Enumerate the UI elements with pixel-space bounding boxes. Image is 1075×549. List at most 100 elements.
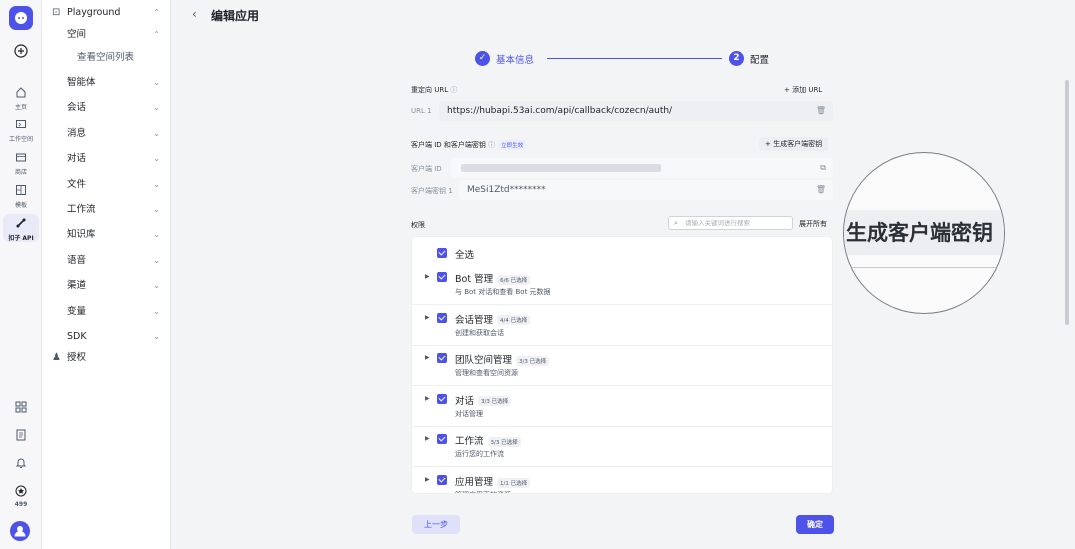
expand-caret-icon[interactable]: ▶ bbox=[425, 273, 430, 280]
nav-item[interactable]: SDK ⌄ bbox=[42, 326, 171, 348]
permission-row[interactable]: ▶ 工作流 3/3 已选择 运行您的工作流 bbox=[412, 426, 832, 468]
create-button[interactable] bbox=[0, 44, 42, 61]
nav-item[interactable]: 文件 ⌄ bbox=[42, 174, 171, 196]
client-id-label: 客户端 ID bbox=[411, 165, 442, 173]
avatar[interactable] bbox=[10, 521, 30, 541]
rail-item-home[interactable]: 主页 bbox=[0, 86, 42, 111]
step-1-label: 基本信息 bbox=[496, 55, 535, 66]
nav-item[interactable]: 语音 ⌄ bbox=[42, 250, 171, 272]
permission-row[interactable]: ▶ Bot 管理 6/6 已选择与 Bot 对话和查看 Bot 元数据 bbox=[412, 264, 832, 305]
permission-title-text: Bot 管理 bbox=[455, 274, 494, 285]
rail-item-label: 模板 bbox=[14, 202, 27, 209]
auth-icon: ♟ bbox=[52, 352, 61, 363]
nav-auth-label: 授权 bbox=[67, 352, 87, 363]
nav-item[interactable]: 会话 ⌄ bbox=[42, 97, 171, 119]
client-id-field[interactable]: ⧉ bbox=[451, 158, 833, 178]
template-icon bbox=[16, 185, 26, 195]
nav-item-label: 智能体 bbox=[67, 77, 96, 88]
selected-count-badge: 6/6 已选择 bbox=[497, 274, 531, 285]
chevron-down-icon: ⌄ bbox=[153, 78, 160, 87]
add-url-button[interactable]: + 添加 URL bbox=[784, 85, 822, 95]
nav-space-list[interactable]: 查看空间列表 bbox=[42, 47, 171, 69]
notification-button[interactable] bbox=[0, 457, 42, 472]
permission-description: 运行您的工作流 bbox=[455, 450, 504, 459]
prev-step-button[interactable]: 上一步 bbox=[412, 515, 460, 534]
client-secret-label: 客户端密钥 1 bbox=[411, 187, 453, 195]
expand-caret-icon[interactable]: ▶ bbox=[425, 395, 430, 402]
permission-row[interactable]: ▶ 应用管理1/1 已选择管理应用下的资源 bbox=[412, 467, 832, 493]
client-secret-value: MeSi1Ztd******** bbox=[467, 185, 546, 195]
api-nav-panel: ⊡ Playground ⌃ 空间 ⌃ 查看空间列表 智能体 ⌄ 会话 ⌄ 消息 ⌄ 对话 ⌄… bbox=[42, 0, 171, 549]
effective-badge: 立即生效 bbox=[498, 140, 527, 150]
permission-title-text: 工作流 bbox=[455, 436, 484, 448]
expand-all-button[interactable]: 展开所有 bbox=[799, 219, 827, 229]
permission-description: 管理应用下的资源 bbox=[455, 490, 511, 493]
permission-row[interactable]: ▶ 团队空间管理 3/3 已选择 管理和查看空间资源 bbox=[412, 345, 832, 387]
page-title: 编辑应用 bbox=[211, 9, 260, 23]
permission-search-input[interactable]: ⌕ 请输入关键词进行搜索 bbox=[668, 216, 793, 230]
expand-caret-icon[interactable]: ▶ bbox=[425, 476, 430, 483]
trash-icon[interactable]: 🗑 bbox=[816, 101, 826, 121]
chevron-up-icon: ⌃ bbox=[153, 8, 160, 17]
chevron-down-icon: ⌄ bbox=[153, 230, 160, 240]
permission-title-text: 会话管理 bbox=[455, 314, 494, 326]
rail-item-template[interactable]: 模板 bbox=[0, 184, 42, 209]
nav-space[interactable]: 空间 ⌃ bbox=[42, 24, 171, 46]
grid-button[interactable] bbox=[0, 401, 42, 416]
nav-item-label: 文件 bbox=[67, 178, 87, 190]
permission-checkbox[interactable] bbox=[437, 393, 447, 404]
trash-icon[interactable]: 🗑 bbox=[816, 180, 826, 200]
nav-item-label: 会话 bbox=[67, 102, 87, 114]
permission-checkbox[interactable] bbox=[437, 434, 447, 445]
user-icon bbox=[14, 526, 26, 537]
nav-playground-label: Playground bbox=[67, 7, 121, 18]
confirm-button[interactable]: 确定 bbox=[796, 515, 834, 534]
nav-item-label: 语音 bbox=[67, 254, 87, 266]
app-logo[interactable] bbox=[9, 6, 33, 30]
page-scrollbar[interactable] bbox=[1065, 80, 1069, 325]
rail-item-api[interactable]: 扣子 API bbox=[3, 214, 39, 242]
generate-secret-button[interactable]: + 生成客户端密钥 bbox=[759, 137, 829, 151]
permission-checkbox[interactable] bbox=[437, 353, 447, 364]
nav-item-label: 渠道 bbox=[67, 280, 87, 292]
permission-checkbox[interactable] bbox=[437, 312, 447, 323]
nav-item-label: 变量 bbox=[67, 305, 87, 317]
client-credentials-label: 客户端 ID 和客户端密钥 ⓘ 立即生效 bbox=[411, 140, 527, 150]
nav-item[interactable]: 变量 ⌄ bbox=[42, 301, 171, 323]
search-icon: ⌕ bbox=[674, 219, 678, 227]
client-secret-field[interactable]: MeSi1Ztd******** 🗑 bbox=[459, 180, 833, 200]
nav-auth[interactable]: ♟ 授权 bbox=[42, 347, 171, 369]
expand-caret-icon[interactable]: ▶ bbox=[425, 354, 430, 361]
nav-item[interactable]: 对话 ⌄ bbox=[42, 148, 171, 170]
points-button[interactable]: 499 bbox=[0, 485, 42, 508]
selected-count-badge: 1/1 已选择 bbox=[497, 477, 531, 488]
nav-item[interactable]: 消息 ⌄ bbox=[42, 123, 171, 145]
expand-caret-icon[interactable]: ▶ bbox=[425, 314, 430, 321]
redirect-url-field[interactable]: https://hubapi.53ai.com/api/callback/coz… bbox=[439, 101, 833, 121]
redirect-url-value: https://hubapi.53ai.com/api/callback/coz… bbox=[447, 106, 673, 116]
permission-checkbox[interactable] bbox=[437, 272, 447, 282]
back-arrow-icon[interactable]: ‹ bbox=[192, 7, 197, 21]
permission-title: 对话 3/3 已选择 bbox=[455, 393, 512, 407]
coze-logo-icon bbox=[15, 12, 27, 24]
copy-icon[interactable]: ⧉ bbox=[820, 158, 826, 178]
rail-item-label: 扣子 API bbox=[8, 235, 34, 242]
permission-description: 对话管理 bbox=[455, 409, 483, 418]
docs-button[interactable] bbox=[0, 429, 42, 444]
permission-row[interactable]: ▶ 对话 3/3 已选择对话管理 bbox=[412, 386, 832, 427]
nav-item[interactable]: 工作流 ⌄ bbox=[42, 199, 171, 221]
nav-item[interactable]: 智能体 ⌄ bbox=[42, 72, 171, 94]
nav-item[interactable]: 渠道 ⌄ bbox=[42, 275, 171, 297]
permission-row[interactable]: ▶ 会话管理 4/4 已选择 创建和获取会话 bbox=[412, 305, 832, 346]
nav-item[interactable]: 知识库 ⌄ bbox=[42, 224, 171, 246]
rail-item-label: 主页 bbox=[14, 104, 27, 111]
folder-icon bbox=[16, 120, 26, 128]
rail-item-store[interactable]: 商店 bbox=[0, 151, 42, 176]
step-2-number: 2 bbox=[729, 51, 744, 66]
rail-item-workspace[interactable]: 工作空间 bbox=[0, 118, 42, 143]
select-all-checkbox[interactable] bbox=[437, 248, 447, 258]
nav-playground[interactable]: ⊡ Playground ⌃ bbox=[42, 2, 171, 24]
expand-caret-icon[interactable]: ▶ bbox=[425, 435, 430, 442]
chevron-down-icon: ⌄ bbox=[153, 306, 160, 316]
permission-checkbox[interactable] bbox=[437, 475, 447, 485]
